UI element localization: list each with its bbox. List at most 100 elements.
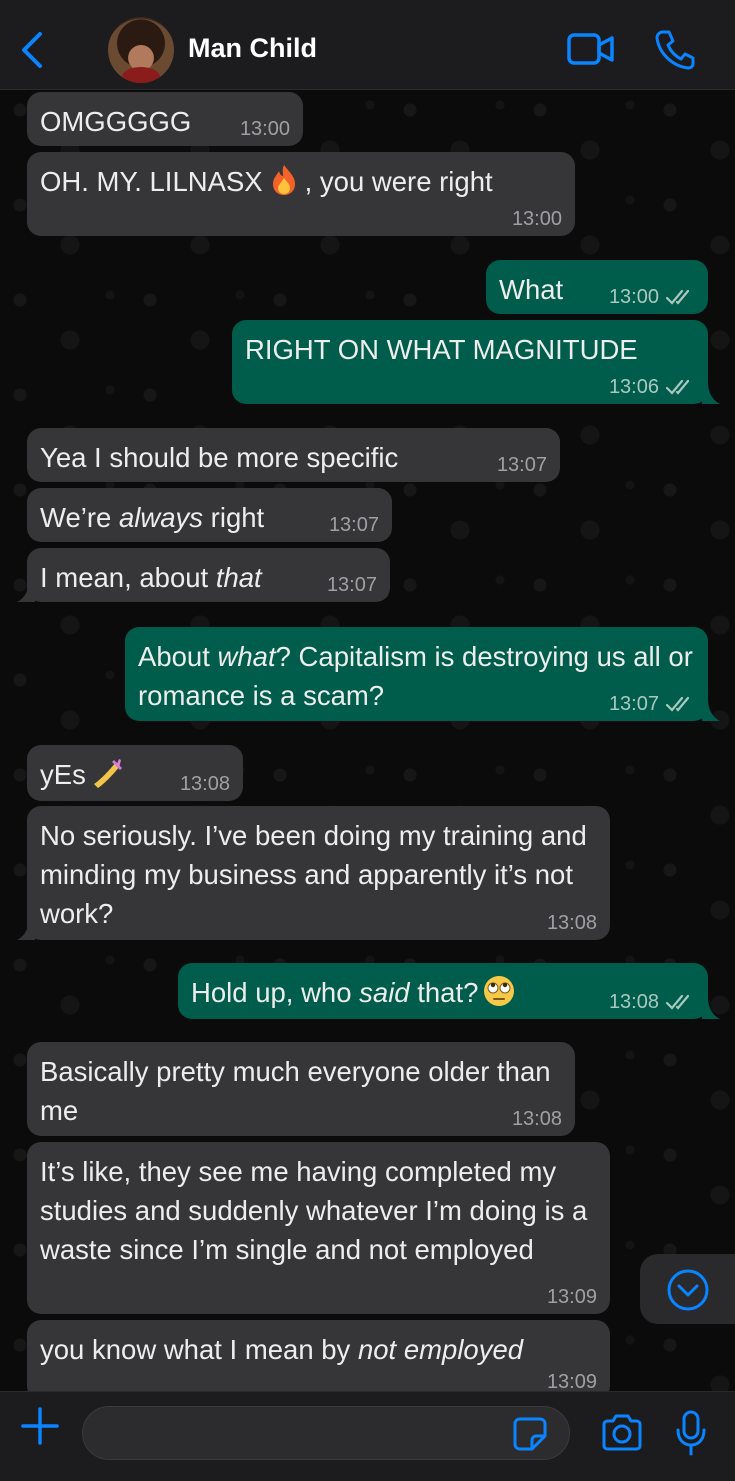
fire-emoji-icon	[272, 165, 295, 195]
text-fragment-italic: that	[215, 562, 262, 593]
message-time: 13:07	[609, 692, 695, 716]
message-time: 13:00	[512, 207, 562, 231]
bubble-tail	[702, 699, 720, 721]
chat-area[interactable]: OMGGGGG 13:00 OH. MY. LILNASX , you were …	[0, 90, 735, 1391]
message-bubble-incoming[interactable]: you know what I mean by not employed 13:…	[27, 1320, 610, 1391]
message-text: you know what I mean by not employed	[40, 1334, 523, 1365]
text-fragment-italic: said	[359, 977, 410, 1008]
video-call-button[interactable]	[566, 30, 616, 68]
attach-button[interactable]	[20, 1406, 60, 1446]
message-time: 13:00	[240, 117, 290, 141]
eye-roll-emoji-icon	[484, 976, 515, 1006]
text-fragment: you know what I mean by	[40, 1334, 358, 1365]
message-text: What	[499, 274, 564, 305]
time-label: 13:00	[608, 286, 659, 308]
sticker-button[interactable]	[512, 1416, 548, 1452]
plus-icon	[21, 1407, 59, 1445]
message-bubble-incoming[interactable]: yEs 13:08	[27, 745, 243, 801]
message-time: 13:07	[329, 513, 379, 537]
text-fragment-italic: always	[118, 502, 204, 533]
double-check-icon	[665, 379, 690, 395]
chat-header: Man Child	[0, 0, 735, 90]
time-label: 13:09	[546, 1286, 597, 1308]
message-time: 13:00	[609, 285, 695, 309]
message-time: 13:09	[547, 1285, 597, 1309]
time-label: 13:07	[608, 693, 659, 715]
message-time: 13:08	[547, 911, 597, 935]
time-label: 13:06	[608, 376, 659, 398]
message-text: We’re always right	[40, 502, 264, 533]
time-label: 13:08	[179, 773, 230, 795]
text-fragment: that?	[409, 977, 479, 1008]
bubble-tail	[17, 580, 35, 602]
contact-name[interactable]: Man Child	[188, 33, 317, 64]
message-text: I mean, about that	[40, 562, 262, 593]
bubble-tail	[702, 382, 720, 404]
bubble-tail	[17, 918, 35, 940]
time-label: 13:08	[608, 991, 659, 1013]
message-time: 13:06	[609, 375, 695, 399]
microphone-icon	[676, 1410, 706, 1456]
camera-icon	[602, 1414, 642, 1451]
text-fragment: right	[203, 502, 265, 533]
time-label: 13:09	[546, 1371, 597, 1391]
message-bubble-incoming[interactable]: No seriously. I’ve been doing my trainin…	[17, 806, 610, 940]
text-fragment: We’re	[40, 502, 119, 533]
scroll-to-bottom-button[interactable]	[640, 1254, 735, 1324]
message-time: 13:08	[512, 1107, 562, 1131]
message-text: It’s like, they see me having completed …	[40, 1156, 588, 1265]
message-text: Hold up, who said that?	[191, 976, 520, 1008]
double-check-icon	[665, 696, 690, 712]
text-fragment: , you were right	[304, 166, 493, 197]
message-text: RIGHT ON WHAT MAGNITUDE	[245, 334, 638, 365]
text-fragment: About	[138, 641, 218, 672]
message-time: 13:09	[547, 1370, 597, 1391]
message-text: OMGGGGG	[40, 106, 192, 137]
composer-bar	[0, 1391, 735, 1481]
message-bubble-incoming[interactable]: Basically pretty much everyone older tha…	[27, 1042, 575, 1136]
message-text: Yea I should be more specific	[40, 442, 399, 473]
time-label: 13:00	[239, 118, 290, 140]
text-fragment: OH. MY. LILNASX	[40, 166, 263, 197]
message-time: 13:08	[180, 772, 230, 796]
message-bubble-incoming[interactable]: I mean, about that 13:07	[17, 548, 390, 602]
nail-polish-emoji-icon	[93, 759, 122, 788]
message-text: Basically pretty much everyone older tha…	[40, 1056, 551, 1126]
message-text: No seriously. I’ve been doing my trainin…	[40, 820, 587, 929]
time-label: 13:07	[326, 574, 377, 596]
camera-button[interactable]	[600, 1414, 644, 1452]
voice-call-button[interactable]	[654, 28, 696, 70]
time-label: 13:07	[328, 514, 379, 536]
message-bubble-outgoing[interactable]: About what? Capitalism is destroying us …	[125, 627, 720, 721]
double-check-icon	[665, 289, 690, 305]
message-input[interactable]	[82, 1406, 570, 1460]
message-time: 13:07	[327, 573, 377, 597]
message-bubble-outgoing[interactable]: RIGHT ON WHAT MAGNITUDE 13:06	[232, 320, 720, 404]
time-label: 13:08	[511, 1108, 562, 1130]
message-bubble-incoming[interactable]: It’s like, they see me having completed …	[27, 1142, 610, 1314]
chevron-down-circle-icon	[667, 1269, 709, 1311]
time-label: 13:07	[496, 454, 547, 476]
phone-icon	[655, 30, 695, 70]
message-bubble-outgoing[interactable]: Hold up, who said that? 13:08	[178, 963, 720, 1019]
time-label: 13:00	[511, 208, 562, 230]
text-fragment-italic: what	[217, 641, 276, 672]
text-fragment-italic: not employed	[357, 1334, 524, 1365]
voice-record-button[interactable]	[674, 1410, 708, 1456]
chevron-left-icon	[22, 32, 42, 68]
avatar[interactable]	[108, 17, 174, 83]
text-fragment: I mean, about	[40, 562, 216, 593]
back-button[interactable]	[14, 28, 54, 72]
message-bubble-incoming[interactable]: Yea I should be more specific 13:07	[27, 428, 560, 482]
message-bubble-incoming[interactable]: OMGGGGG 13:00	[27, 92, 303, 146]
text-fragment: yEs	[40, 759, 86, 790]
message-bubble-incoming[interactable]: OH. MY. LILNASX , you were right 13:00	[27, 152, 575, 236]
message-time: 13:07	[497, 453, 547, 477]
text-fragment: Hold up, who	[191, 977, 360, 1008]
message-text: yEs	[40, 759, 128, 790]
message-text: OH. MY. LILNASX , you were right	[40, 165, 493, 197]
time-label: 13:08	[546, 912, 597, 934]
message-bubble-incoming[interactable]: We’re always right 13:07	[27, 488, 392, 542]
message-bubble-outgoing[interactable]: What 13:00	[486, 260, 708, 314]
avatar-shirt	[122, 67, 160, 83]
